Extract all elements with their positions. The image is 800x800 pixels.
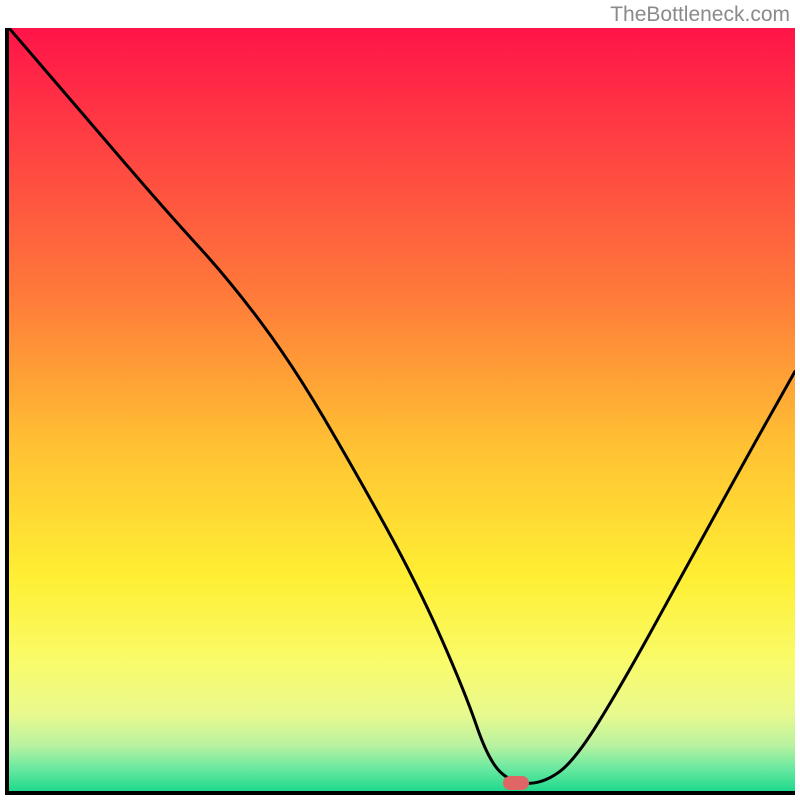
chart-plot-area bbox=[5, 28, 795, 795]
attribution-text: TheBottleneck.com bbox=[610, 3, 790, 27]
optimal-point-marker bbox=[503, 776, 529, 790]
bottleneck-curve bbox=[9, 28, 795, 791]
